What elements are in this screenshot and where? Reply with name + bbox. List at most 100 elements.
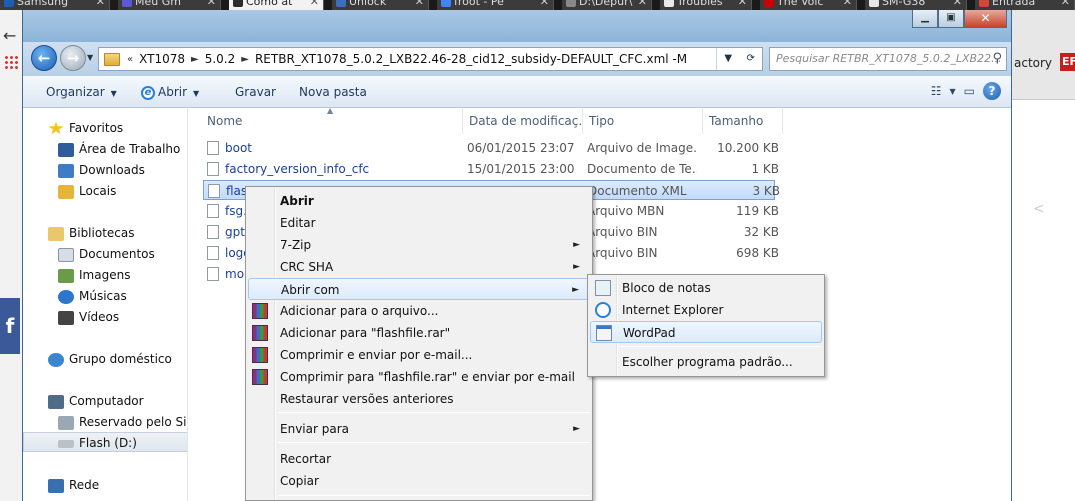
browser-tab-label: froot - Pe: [454, 0, 504, 8]
minimize-button[interactable]: ▁: [912, 10, 938, 28]
address-segment[interactable]: 5.0.2: [202, 52, 239, 66]
facebook-share-button[interactable]: f: [0, 298, 20, 354]
nav-images[interactable]: Imagens: [23, 265, 187, 285]
bookmark-red-badge[interactable]: EF: [1060, 53, 1075, 71]
submenu-arrow-icon: ►: [573, 240, 580, 250]
tab-close-icon[interactable]: ✕: [738, 0, 747, 8]
address-bar[interactable]: « XT1078 ► 5.0.2 ► RETBR_XT1078_5.0.2_LX…: [98, 47, 763, 71]
browser-tab[interactable]: The Voic ✕: [760, 0, 857, 10]
refresh-icon[interactable]: ⟳: [740, 48, 763, 70]
tab-close-icon[interactable]: ✕: [1061, 0, 1070, 8]
tab-close-icon[interactable]: ✕: [540, 0, 549, 8]
recent-pages-dropdown-icon[interactable]: ▼: [87, 53, 93, 62]
menu-item-add-archive[interactable]: Adicionar para o arquivo...: [248, 300, 590, 322]
menu-item-compress-email[interactable]: Comprimir e enviar por e-mail...: [248, 344, 590, 366]
menu-item-edit[interactable]: Editar: [248, 212, 590, 234]
search-icon[interactable]: ⚲: [992, 51, 1002, 66]
submenu-item-internet-explorer[interactable]: Internet Explorer: [590, 299, 822, 321]
file-date: 15/01/2015 23:00: [467, 162, 575, 176]
nav-places[interactable]: Locais: [23, 181, 187, 201]
menu-item-open-with[interactable]: Abrir com ►: [248, 278, 590, 300]
menu-item-restore[interactable]: Restaurar versões anteriores: [248, 388, 590, 410]
menu-item-cut[interactable]: Recortar: [248, 448, 590, 470]
maximize-button[interactable]: ▣: [938, 10, 964, 28]
nav-videos[interactable]: Vídeos: [23, 307, 187, 327]
tab-close-icon[interactable]: ✕: [415, 0, 424, 8]
nav-music[interactable]: Músicas: [23, 286, 187, 306]
organize-button[interactable]: Organizar ▼: [46, 85, 117, 99]
tab-close-icon[interactable]: ✕: [638, 0, 647, 8]
chevron-right-icon[interactable]: ►: [188, 54, 202, 65]
forward-button[interactable]: →: [60, 45, 86, 71]
menu-separator: [278, 412, 590, 413]
navigation-pane: Favoritos Área de Trabalho Downloads Loc…: [23, 108, 188, 501]
browser-tab[interactable]: Troubles ✕: [660, 0, 752, 10]
tab-close-icon[interactable]: ✕: [843, 0, 852, 8]
menu-item-crc-sha[interactable]: CRC SHA ►: [248, 256, 590, 278]
submenu-item-wordpad[interactable]: WordPad: [590, 321, 822, 343]
submenu-arrow-icon: ►: [572, 285, 579, 295]
chevron-down-icon[interactable]: ▼: [950, 87, 956, 96]
column-header-size[interactable]: Tamanho: [703, 108, 783, 134]
nav-network[interactable]: Rede: [23, 475, 187, 495]
nav-computer[interactable]: Computador: [23, 391, 187, 411]
close-button[interactable]: ✕: [964, 10, 1007, 28]
menu-item-open[interactable]: Abrir: [248, 190, 590, 212]
browser-tab[interactable]: froot - Pe ✕: [437, 0, 554, 10]
menu-item-compress-rar-email[interactable]: Comprimir para "flashfile.rar" e enviar …: [248, 366, 590, 388]
menu-item-copy[interactable]: Copiar: [248, 470, 590, 492]
column-header-date[interactable]: Data de modificaç...: [463, 108, 583, 134]
open-button[interactable]: e Abrir ▼: [141, 85, 199, 100]
address-segment[interactable]: XT1078: [136, 52, 188, 66]
view-options-icon[interactable]: ☷: [931, 84, 942, 98]
internet-explorer-icon: e: [141, 85, 155, 100]
browser-tab[interactable]: Como at ✕: [229, 0, 324, 10]
address-overflow[interactable]: «: [124, 54, 136, 65]
share-icon[interactable]: <: [1033, 201, 1045, 217]
nav-desktop[interactable]: Área de Trabalho: [23, 139, 187, 159]
help-icon[interactable]: ?: [983, 82, 1001, 100]
nav-reserved-drive[interactable]: Reservado pelo Siste: [23, 412, 187, 432]
submenu-item-choose-default[interactable]: Escolher programa padrão...: [590, 351, 822, 373]
file-row[interactable]: factory_version_info_cfc 15/01/2015 23:00…: [203, 159, 779, 179]
tab-close-icon[interactable]: ✕: [310, 0, 319, 8]
new-folder-button[interactable]: Nova pasta: [299, 85, 367, 99]
back-button[interactable]: ←: [31, 45, 57, 71]
apps-grid-icon[interactable]: [4, 55, 18, 69]
browser-back-icon[interactable]: ←: [3, 26, 16, 45]
nav-downloads[interactable]: Downloads: [23, 160, 187, 180]
videos-icon: [58, 310, 74, 325]
chevron-right-icon[interactable]: ►: [238, 54, 252, 65]
menu-item-add-rar[interactable]: Adicionar para "flashfile.rar": [248, 322, 590, 344]
browser-tab[interactable]: Samsung ✕: [0, 0, 110, 10]
menu-separator: [620, 346, 820, 347]
winrar-icon: [252, 325, 268, 341]
browser-tab[interactable]: SM-G38 ✕: [865, 0, 967, 10]
window-titlebar[interactable]: ▁ ▣ ✕: [23, 10, 1011, 42]
column-header-type[interactable]: Tipo: [583, 108, 703, 134]
tab-close-icon[interactable]: ✕: [207, 0, 216, 8]
nav-documents[interactable]: Documentos: [23, 244, 187, 264]
preview-pane-icon[interactable]: ▭: [964, 84, 975, 98]
nav-homegroup[interactable]: Grupo doméstico: [23, 349, 187, 369]
address-segment[interactable]: RETBR_XT1078_5.0.2_LXB22.46-28_cid12_sub…: [252, 52, 690, 66]
bookmark-factory-link[interactable]: actory: [1014, 56, 1052, 70]
browser-tab[interactable]: D:\Depur\ ✕: [562, 0, 652, 10]
browser-tab[interactable]: Meu Gm ✕: [118, 0, 221, 10]
nav-flash-drive[interactable]: Flash (D:): [23, 432, 187, 452]
context-menu: Abrir Editar 7-Zip ► CRC SHA ► Abrir com ► …: [245, 186, 593, 501]
address-dropdown-icon[interactable]: ▼: [717, 48, 740, 70]
submenu-item-notepad[interactable]: Bloco de notas: [590, 277, 822, 299]
file-row[interactable]: boot 06/01/2015 23:07 Arquivo de Image... 1…: [203, 138, 779, 158]
menu-item-send-to[interactable]: Enviar para ►: [248, 418, 590, 440]
tab-close-icon[interactable]: ✕: [96, 0, 105, 8]
browser-tab[interactable]: Entrada ✕: [975, 0, 1075, 10]
browser-tab[interactable]: Unlock ✕: [332, 0, 429, 10]
tab-close-icon[interactable]: ✕: [953, 0, 962, 8]
nav-libraries[interactable]: Bibliotecas: [23, 223, 187, 243]
nav-favorites[interactable]: Favoritos: [23, 118, 187, 138]
column-header-name[interactable]: Nome: [201, 108, 463, 134]
save-button[interactable]: Gravar: [235, 85, 276, 99]
menu-item-7zip[interactable]: 7-Zip ►: [248, 234, 590, 256]
search-input[interactable]: Pesquisar RETBR_XT1078_5.0.2_LXB22... ⚲: [769, 47, 1007, 71]
